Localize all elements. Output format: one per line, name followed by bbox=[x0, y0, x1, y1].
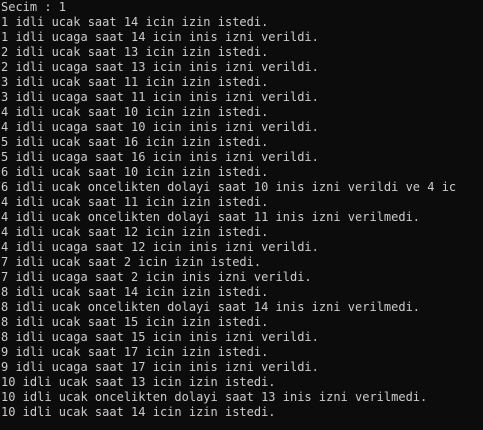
console-line: 10 idli ucak saat 13 icin izin istedi. bbox=[1, 375, 276, 389]
console-output[interactable]: Secim : 1 1 idli ucak saat 14 icin izin … bbox=[0, 0, 483, 430]
console-line: 1 idli ucaga saat 14 icin inis izni veri… bbox=[1, 30, 319, 44]
console-line: 8 idli ucaga saat 15 icin inis izni veri… bbox=[1, 330, 319, 344]
console-line: 10 idli ucak saat 14 icin izin istedi. bbox=[1, 405, 276, 419]
console-line: 6 idli ucak oncelikten dolayi saat 10 in… bbox=[1, 180, 457, 194]
console-line: 9 idli ucaga saat 17 icin inis izni veri… bbox=[1, 360, 319, 374]
console-line: 8 idli ucak saat 14 icin izin istedi. bbox=[1, 285, 269, 299]
console-line: 8 idli ucak saat 15 icin izin istedi. bbox=[1, 315, 269, 329]
console-line: 1 idli ucak saat 14 icin izin istedi. bbox=[1, 15, 269, 29]
console-line: 7 idli ucaga saat 2 icin inis izni veril… bbox=[1, 270, 312, 284]
console-line: 4 idli ucak saat 10 icin izin istedi. bbox=[1, 105, 269, 119]
console-line: 6 idli ucak saat 10 icin izin istedi. bbox=[1, 165, 269, 179]
console-line: 4 idli ucak saat 11 icin izin istedi. bbox=[1, 195, 269, 209]
console-line: 4 idli ucak saat 12 icin izin istedi. bbox=[1, 225, 269, 239]
console-line: 9 idli ucak saat 17 icin izin istedi. bbox=[1, 345, 269, 359]
console-line: 3 idli ucaga saat 11 icin inis izni veri… bbox=[1, 90, 319, 104]
console-line: 3 idli ucak saat 11 icin izin istedi. bbox=[1, 75, 269, 89]
console-line: 10 idli ucak oncelikten dolayi saat 13 i… bbox=[1, 390, 428, 404]
console-line: 4 idli ucaga saat 12 icin inis izni veri… bbox=[1, 240, 319, 254]
console-line: Secim : 1 bbox=[1, 0, 67, 14]
console-line: 8 idli ucak oncelikten dolayi saat 14 in… bbox=[1, 300, 421, 314]
console-line: 4 idli ucaga saat 10 icin inis izni veri… bbox=[1, 120, 319, 134]
console-line: 5 idli ucak saat 16 icin izin istedi. bbox=[1, 135, 269, 149]
console-line: 2 idli ucak saat 13 icin izin istedi. bbox=[1, 45, 269, 59]
console-line: 2 idli ucaga saat 13 icin inis izni veri… bbox=[1, 60, 319, 74]
console-line: 7 idli ucak saat 2 icin izin istedi. bbox=[1, 255, 262, 269]
console-line: 4 idli ucak oncelikten dolayi saat 11 in… bbox=[1, 210, 421, 224]
console-line: 5 idli ucaga saat 16 icin inis izni veri… bbox=[1, 150, 319, 164]
